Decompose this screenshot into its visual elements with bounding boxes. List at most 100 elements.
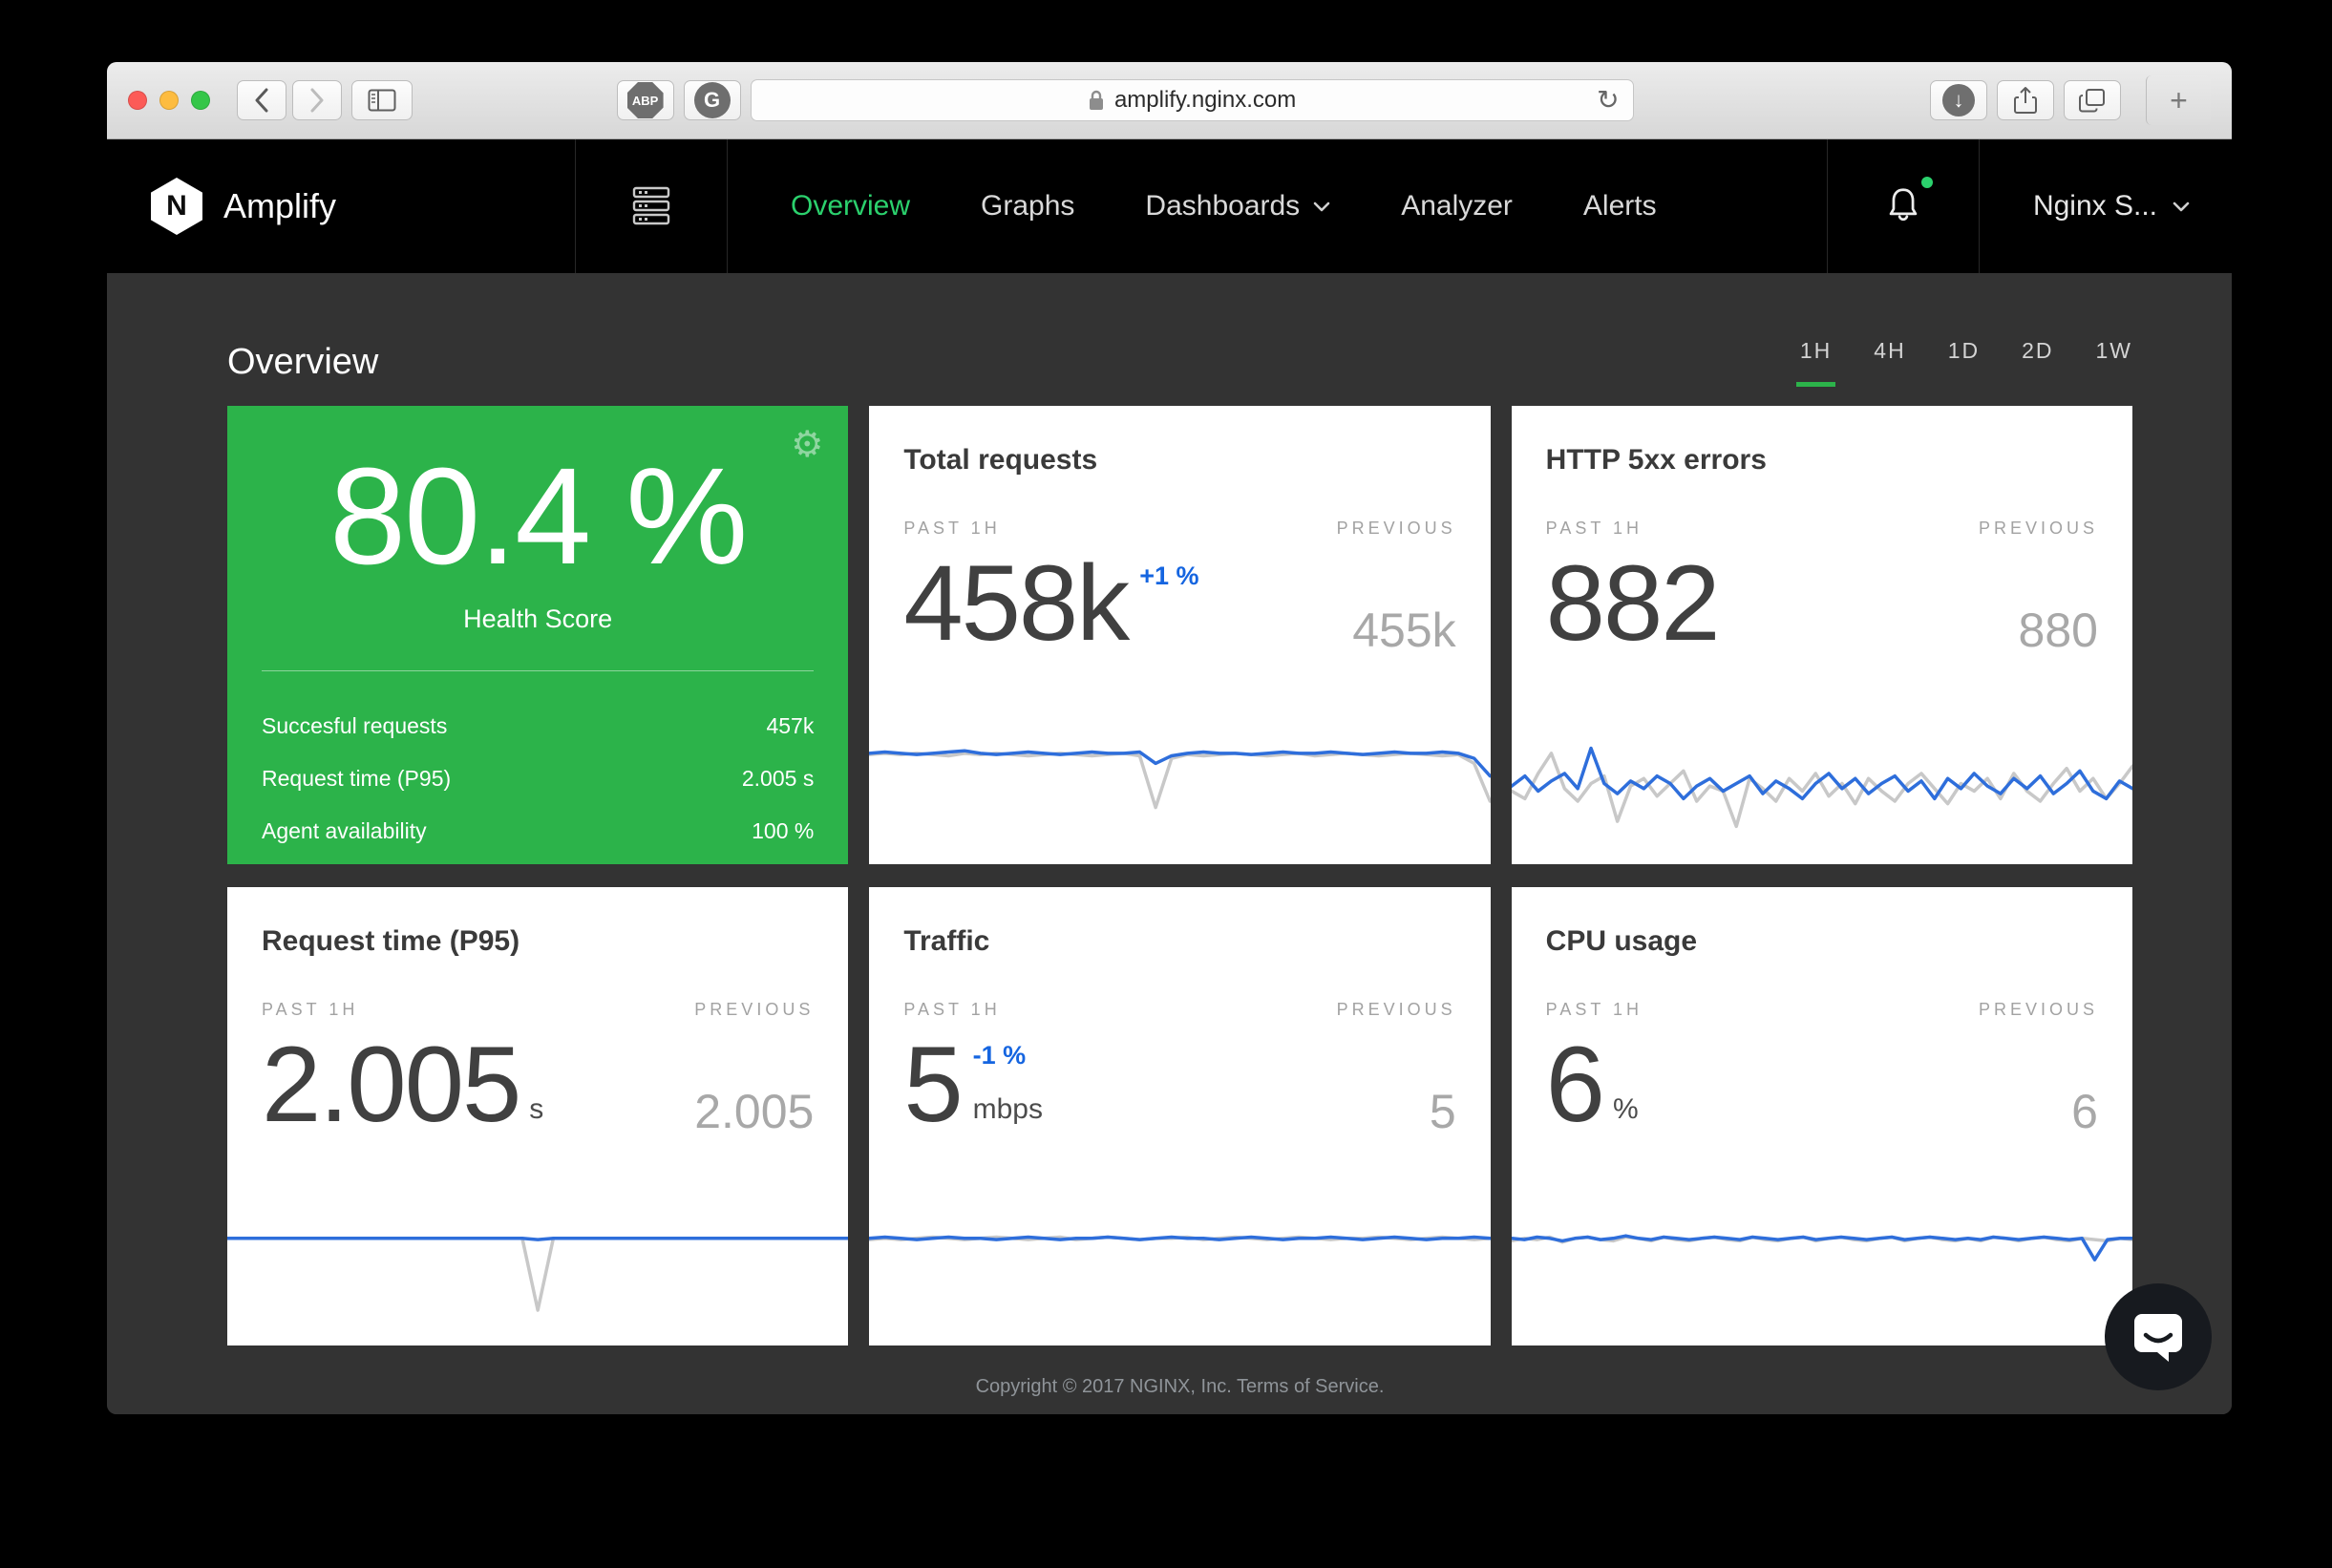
account-menu[interactable]: Nginx S... bbox=[1980, 139, 2232, 273]
delta-badge: -1 % bbox=[973, 1041, 1027, 1070]
brand-name: Amplify bbox=[223, 186, 336, 226]
metric-value: 100 % bbox=[752, 818, 814, 844]
server-rack-icon bbox=[628, 185, 674, 227]
time-range-selector: 1H 4H 1D 2D 1W bbox=[1800, 338, 2132, 383]
sidebar-toggle-button[interactable] bbox=[351, 80, 413, 120]
ghostery-icon: G bbox=[694, 82, 731, 118]
http-5xx-sparkline bbox=[1512, 738, 2132, 864]
app-navbar: N Amplify Overview Graphs Dashboards Ana… bbox=[107, 139, 2232, 273]
current-value: 6 bbox=[1546, 1035, 1603, 1134]
back-chevron-icon bbox=[254, 88, 269, 113]
previous-value: 2.005 bbox=[694, 1091, 814, 1134]
cpu-usage-sparkline bbox=[1512, 1219, 2132, 1346]
health-row-request-time: Request time (P95) 2.005 s bbox=[262, 766, 814, 792]
metric-label: Agent availability bbox=[262, 818, 427, 844]
current-value: 5 bbox=[903, 1035, 961, 1134]
tabs-icon bbox=[2078, 87, 2107, 114]
browser-toolbar: ABP G amplify.nginx.com ↻ ↓ + bbox=[107, 62, 2232, 139]
zoom-window-button[interactable] bbox=[191, 91, 210, 110]
card-title: Request time (P95) bbox=[262, 925, 814, 958]
reload-button[interactable]: ↻ bbox=[1597, 84, 1619, 116]
time-range-1d[interactable]: 1D bbox=[1948, 338, 1980, 379]
metric-label: Succesful requests bbox=[262, 713, 447, 739]
health-row-successful-requests: Succesful requests 457k bbox=[262, 713, 814, 739]
previous-value: 880 bbox=[2019, 609, 2098, 652]
previous-label: PREVIOUS bbox=[1337, 1000, 1456, 1020]
time-range-1h[interactable]: 1H bbox=[1800, 338, 1832, 379]
time-range-4h[interactable]: 4H bbox=[1874, 338, 1905, 379]
notifications-button[interactable] bbox=[1827, 139, 1980, 273]
nav-item-analyzer[interactable]: Analyzer bbox=[1401, 190, 1513, 222]
time-range-2d[interactable]: 2D bbox=[2022, 338, 2053, 379]
health-metric-rows: Succesful requests 457k Request time (P9… bbox=[227, 671, 848, 844]
systems-rack-button[interactable] bbox=[575, 139, 728, 273]
previous-label: PREVIOUS bbox=[1979, 1000, 2098, 1020]
cards-grid: ⚙ 80.4 % Health Score Succesful requests… bbox=[227, 406, 2132, 1346]
desktop-background: ABP G amplify.nginx.com ↻ ↓ + bbox=[0, 0, 2332, 1568]
download-icon: ↓ bbox=[1942, 84, 1975, 117]
past-label: PAST 1H bbox=[903, 1000, 1000, 1020]
intercom-chat-button[interactable] bbox=[2105, 1283, 2212, 1390]
previous-value: 455k bbox=[1352, 609, 1455, 652]
adblock-extension-button[interactable]: ABP bbox=[617, 80, 674, 120]
page-content: Overview 1H 4H 1D 2D 1W ⚙ 80.4 % Health … bbox=[107, 273, 2232, 1414]
card-title: HTTP 5xx errors bbox=[1546, 444, 2098, 477]
brand[interactable]: N Amplify bbox=[107, 139, 575, 273]
previous-value: 5 bbox=[1430, 1091, 1456, 1134]
address-bar[interactable]: amplify.nginx.com ↻ bbox=[751, 79, 1634, 121]
share-button[interactable] bbox=[1997, 80, 2054, 120]
nav-item-overview[interactable]: Overview bbox=[791, 190, 910, 222]
total-requests-card: Total requests PAST 1HPREVIOUS 458k +1 %… bbox=[869, 406, 1490, 864]
traffic-sparkline bbox=[869, 1219, 1490, 1346]
browser-window: ABP G amplify.nginx.com ↻ ↓ + bbox=[107, 62, 2232, 1414]
copyright-footer: Copyright © 2017 NGINX, Inc. Terms of Se… bbox=[227, 1346, 2132, 1398]
tab-overview-button[interactable] bbox=[2064, 80, 2121, 120]
gear-icon[interactable]: ⚙ bbox=[791, 427, 823, 463]
metric-value: 2.005 s bbox=[742, 766, 814, 792]
nav-item-graphs[interactable]: Graphs bbox=[981, 190, 1074, 222]
account-name: Nginx S... bbox=[2033, 190, 2157, 222]
lock-icon bbox=[1088, 89, 1105, 112]
url-text: amplify.nginx.com bbox=[1114, 87, 1296, 114]
downloads-button[interactable]: ↓ bbox=[1930, 80, 1987, 120]
new-tab-button[interactable]: + bbox=[2146, 75, 2211, 125]
history-nav-buttons bbox=[237, 80, 342, 120]
chat-bubble-icon bbox=[2132, 1310, 2184, 1364]
metric-value: 457k bbox=[766, 713, 814, 739]
adblock-plus-icon: ABP bbox=[627, 82, 664, 118]
value-unit: mbps bbox=[973, 1093, 1043, 1126]
nav-item-graphs-label: Graphs bbox=[981, 190, 1074, 222]
notification-dot bbox=[1921, 177, 1933, 188]
page-title: Overview bbox=[227, 342, 378, 383]
past-label: PAST 1H bbox=[262, 1000, 358, 1020]
time-range-1w[interactable]: 1W bbox=[2096, 338, 2133, 379]
window-controls bbox=[128, 91, 210, 110]
ghostery-extension-button[interactable]: G bbox=[684, 80, 741, 120]
card-title: Traffic bbox=[903, 925, 1455, 958]
nav-item-dashboards[interactable]: Dashboards bbox=[1145, 190, 1330, 222]
previous-label: PREVIOUS bbox=[1979, 519, 2098, 539]
previous-label: PREVIOUS bbox=[1337, 519, 1456, 539]
delta-badge: +1 % bbox=[1139, 562, 1198, 591]
health-score-card: ⚙ 80.4 % Health Score Succesful requests… bbox=[227, 406, 848, 864]
chevron-down-icon bbox=[2173, 201, 2190, 212]
forward-button[interactable] bbox=[292, 80, 342, 120]
share-icon bbox=[2013, 86, 2038, 115]
nav-item-alerts[interactable]: Alerts bbox=[1583, 190, 1657, 222]
past-label: PAST 1H bbox=[903, 519, 1000, 539]
total-requests-sparkline bbox=[869, 738, 1490, 864]
nav-links: Overview Graphs Dashboards Analyzer Aler… bbox=[728, 139, 1827, 273]
current-value: 882 bbox=[1546, 554, 1719, 652]
past-label: PAST 1H bbox=[1546, 1000, 1643, 1020]
past-label: PAST 1H bbox=[1546, 519, 1643, 539]
minimize-window-button[interactable] bbox=[159, 91, 179, 110]
nginx-logo-icon: N bbox=[151, 178, 202, 235]
page-header: Overview 1H 4H 1D 2D 1W bbox=[227, 273, 2132, 406]
forward-chevron-icon bbox=[309, 88, 325, 113]
chevron-down-icon bbox=[1313, 201, 1330, 212]
request-time-sparkline bbox=[227, 1219, 848, 1346]
sidebar-icon bbox=[368, 89, 396, 112]
previous-value: 6 bbox=[2071, 1091, 2098, 1134]
back-button[interactable] bbox=[237, 80, 286, 120]
close-window-button[interactable] bbox=[128, 91, 147, 110]
